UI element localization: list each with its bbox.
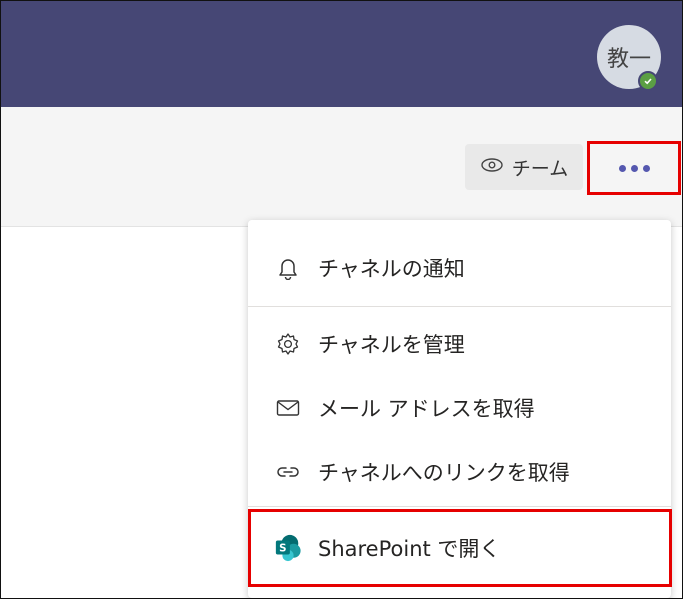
menu-divider <box>248 306 671 307</box>
ellipsis-icon <box>618 164 650 172</box>
presence-available-icon <box>638 71 658 91</box>
menu-item-label: チャネルを管理 <box>318 333 465 357</box>
teams-window: 教一 チーム チャネルの通知 チャネルを管理 メール アドレスを取得 チャネルへ… <box>0 0 683 599</box>
channel-options-menu: チャネルの通知 チャネルを管理 メール アドレスを取得 チャネルへのリンクを取得… <box>248 220 671 598</box>
bell-icon <box>274 254 302 282</box>
link-icon <box>274 458 302 486</box>
more-options-button[interactable] <box>587 141 681 195</box>
menu-divider <box>248 506 671 507</box>
menu-item-label: チャネルの通知 <box>318 257 465 281</box>
envelope-icon <box>274 394 302 422</box>
avatar-initials: 教一 <box>606 47 651 72</box>
gear-icon <box>274 330 302 358</box>
team-button-label: チーム <box>511 157 569 180</box>
top-bar: 教一 <box>1 1 682 107</box>
menu-item-get-email-address[interactable]: メール アドレスを取得 <box>248 378 671 438</box>
menu-item-label: チャネルへのリンクを取得 <box>318 461 570 485</box>
menu-item-label: SharePoint で開く <box>318 537 501 561</box>
svg-text:S: S <box>279 543 286 555</box>
menu-item-get-channel-link[interactable]: チャネルへのリンクを取得 <box>248 442 671 502</box>
team-button[interactable]: チーム <box>465 144 583 190</box>
menu-item-channel-notifications[interactable]: チャネルの通知 <box>248 238 671 298</box>
menu-item-manage-channel[interactable]: チャネルを管理 <box>248 314 671 374</box>
menu-item-open-in-sharepoint[interactable]: S SharePoint で開く <box>248 518 671 578</box>
menu-item-label: メール アドレスを取得 <box>318 397 535 421</box>
eye-icon <box>480 156 504 178</box>
sharepoint-icon: S <box>274 534 302 562</box>
